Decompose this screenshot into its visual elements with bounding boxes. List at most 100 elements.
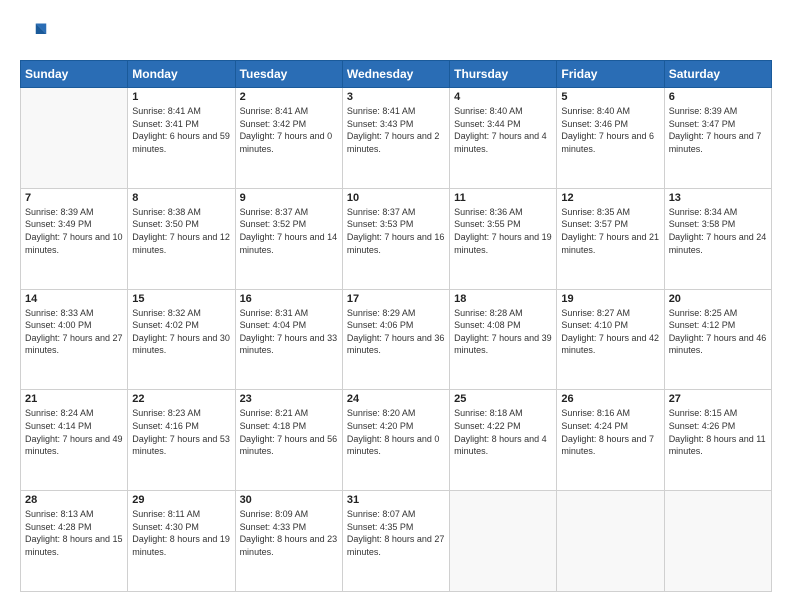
day-info: Sunrise: 8:27 AMSunset: 4:10 PMDaylight:… bbox=[561, 307, 659, 357]
calendar-week-row: 14 Sunrise: 8:33 AMSunset: 4:00 PMDaylig… bbox=[21, 289, 772, 390]
day-info: Sunrise: 8:21 AMSunset: 4:18 PMDaylight:… bbox=[240, 407, 338, 457]
day-number: 18 bbox=[454, 293, 552, 305]
calendar-week-row: 1 Sunrise: 8:41 AMSunset: 3:41 PMDayligh… bbox=[21, 88, 772, 189]
day-info: Sunrise: 8:11 AMSunset: 4:30 PMDaylight:… bbox=[132, 508, 230, 558]
calendar-cell: 18 Sunrise: 8:28 AMSunset: 4:08 PMDaylig… bbox=[450, 289, 557, 390]
calendar-cell: 8 Sunrise: 8:38 AMSunset: 3:50 PMDayligh… bbox=[128, 188, 235, 289]
header bbox=[20, 20, 772, 48]
day-info: Sunrise: 8:40 AMSunset: 3:46 PMDaylight:… bbox=[561, 105, 659, 155]
calendar-cell: 9 Sunrise: 8:37 AMSunset: 3:52 PMDayligh… bbox=[235, 188, 342, 289]
calendar-day-header: Wednesday bbox=[342, 61, 449, 88]
day-number: 21 bbox=[25, 393, 123, 405]
day-number: 24 bbox=[347, 393, 445, 405]
day-number: 16 bbox=[240, 293, 338, 305]
calendar-cell: 21 Sunrise: 8:24 AMSunset: 4:14 PMDaylig… bbox=[21, 390, 128, 491]
calendar-week-row: 21 Sunrise: 8:24 AMSunset: 4:14 PMDaylig… bbox=[21, 390, 772, 491]
calendar-cell bbox=[21, 88, 128, 189]
day-number: 20 bbox=[669, 293, 767, 305]
day-number: 9 bbox=[240, 192, 338, 204]
day-number: 2 bbox=[240, 91, 338, 103]
calendar-day-header: Tuesday bbox=[235, 61, 342, 88]
day-number: 30 bbox=[240, 494, 338, 506]
calendar-cell: 2 Sunrise: 8:41 AMSunset: 3:42 PMDayligh… bbox=[235, 88, 342, 189]
day-info: Sunrise: 8:37 AMSunset: 3:53 PMDaylight:… bbox=[347, 206, 445, 256]
day-info: Sunrise: 8:18 AMSunset: 4:22 PMDaylight:… bbox=[454, 407, 552, 457]
logo-icon bbox=[20, 20, 48, 48]
calendar-day-header: Saturday bbox=[664, 61, 771, 88]
day-number: 14 bbox=[25, 293, 123, 305]
day-info: Sunrise: 8:40 AMSunset: 3:44 PMDaylight:… bbox=[454, 105, 552, 155]
day-number: 31 bbox=[347, 494, 445, 506]
day-info: Sunrise: 8:28 AMSunset: 4:08 PMDaylight:… bbox=[454, 307, 552, 357]
day-info: Sunrise: 8:41 AMSunset: 3:43 PMDaylight:… bbox=[347, 105, 445, 155]
calendar-cell: 19 Sunrise: 8:27 AMSunset: 4:10 PMDaylig… bbox=[557, 289, 664, 390]
day-number: 1 bbox=[132, 91, 230, 103]
calendar-table: SundayMondayTuesdayWednesdayThursdayFrid… bbox=[20, 60, 772, 592]
day-number: 29 bbox=[132, 494, 230, 506]
day-info: Sunrise: 8:25 AMSunset: 4:12 PMDaylight:… bbox=[669, 307, 767, 357]
day-number: 17 bbox=[347, 293, 445, 305]
day-info: Sunrise: 8:32 AMSunset: 4:02 PMDaylight:… bbox=[132, 307, 230, 357]
day-info: Sunrise: 8:23 AMSunset: 4:16 PMDaylight:… bbox=[132, 407, 230, 457]
day-number: 5 bbox=[561, 91, 659, 103]
day-info: Sunrise: 8:36 AMSunset: 3:55 PMDaylight:… bbox=[454, 206, 552, 256]
calendar-cell: 6 Sunrise: 8:39 AMSunset: 3:47 PMDayligh… bbox=[664, 88, 771, 189]
day-number: 3 bbox=[347, 91, 445, 103]
day-number: 23 bbox=[240, 393, 338, 405]
day-number: 11 bbox=[454, 192, 552, 204]
calendar-cell: 16 Sunrise: 8:31 AMSunset: 4:04 PMDaylig… bbox=[235, 289, 342, 390]
calendar-cell: 31 Sunrise: 8:07 AMSunset: 4:35 PMDaylig… bbox=[342, 491, 449, 592]
calendar-cell: 11 Sunrise: 8:36 AMSunset: 3:55 PMDaylig… bbox=[450, 188, 557, 289]
calendar-cell: 13 Sunrise: 8:34 AMSunset: 3:58 PMDaylig… bbox=[664, 188, 771, 289]
day-number: 27 bbox=[669, 393, 767, 405]
calendar-cell: 25 Sunrise: 8:18 AMSunset: 4:22 PMDaylig… bbox=[450, 390, 557, 491]
day-number: 26 bbox=[561, 393, 659, 405]
calendar-cell: 20 Sunrise: 8:25 AMSunset: 4:12 PMDaylig… bbox=[664, 289, 771, 390]
calendar-cell: 30 Sunrise: 8:09 AMSunset: 4:33 PMDaylig… bbox=[235, 491, 342, 592]
calendar-week-row: 7 Sunrise: 8:39 AMSunset: 3:49 PMDayligh… bbox=[21, 188, 772, 289]
day-number: 13 bbox=[669, 192, 767, 204]
day-number: 4 bbox=[454, 91, 552, 103]
calendar-cell bbox=[664, 491, 771, 592]
day-info: Sunrise: 8:07 AMSunset: 4:35 PMDaylight:… bbox=[347, 508, 445, 558]
day-number: 15 bbox=[132, 293, 230, 305]
calendar-cell: 17 Sunrise: 8:29 AMSunset: 4:06 PMDaylig… bbox=[342, 289, 449, 390]
day-info: Sunrise: 8:41 AMSunset: 3:41 PMDaylight:… bbox=[132, 105, 230, 155]
calendar-header-row: SundayMondayTuesdayWednesdayThursdayFrid… bbox=[21, 61, 772, 88]
calendar-cell: 10 Sunrise: 8:37 AMSunset: 3:53 PMDaylig… bbox=[342, 188, 449, 289]
calendar-cell: 5 Sunrise: 8:40 AMSunset: 3:46 PMDayligh… bbox=[557, 88, 664, 189]
calendar-day-header: Friday bbox=[557, 61, 664, 88]
calendar-cell: 1 Sunrise: 8:41 AMSunset: 3:41 PMDayligh… bbox=[128, 88, 235, 189]
day-info: Sunrise: 8:41 AMSunset: 3:42 PMDaylight:… bbox=[240, 105, 338, 155]
day-info: Sunrise: 8:15 AMSunset: 4:26 PMDaylight:… bbox=[669, 407, 767, 457]
calendar-cell: 3 Sunrise: 8:41 AMSunset: 3:43 PMDayligh… bbox=[342, 88, 449, 189]
day-info: Sunrise: 8:38 AMSunset: 3:50 PMDaylight:… bbox=[132, 206, 230, 256]
calendar-day-header: Monday bbox=[128, 61, 235, 88]
day-info: Sunrise: 8:16 AMSunset: 4:24 PMDaylight:… bbox=[561, 407, 659, 457]
calendar-cell: 12 Sunrise: 8:35 AMSunset: 3:57 PMDaylig… bbox=[557, 188, 664, 289]
day-info: Sunrise: 8:13 AMSunset: 4:28 PMDaylight:… bbox=[25, 508, 123, 558]
calendar-cell: 4 Sunrise: 8:40 AMSunset: 3:44 PMDayligh… bbox=[450, 88, 557, 189]
calendar-cell: 29 Sunrise: 8:11 AMSunset: 4:30 PMDaylig… bbox=[128, 491, 235, 592]
calendar-week-row: 28 Sunrise: 8:13 AMSunset: 4:28 PMDaylig… bbox=[21, 491, 772, 592]
calendar-day-header: Thursday bbox=[450, 61, 557, 88]
day-number: 12 bbox=[561, 192, 659, 204]
calendar-cell: 22 Sunrise: 8:23 AMSunset: 4:16 PMDaylig… bbox=[128, 390, 235, 491]
logo bbox=[20, 20, 52, 48]
day-number: 19 bbox=[561, 293, 659, 305]
day-number: 10 bbox=[347, 192, 445, 204]
day-info: Sunrise: 8:37 AMSunset: 3:52 PMDaylight:… bbox=[240, 206, 338, 256]
day-number: 28 bbox=[25, 494, 123, 506]
calendar-cell: 23 Sunrise: 8:21 AMSunset: 4:18 PMDaylig… bbox=[235, 390, 342, 491]
day-info: Sunrise: 8:34 AMSunset: 3:58 PMDaylight:… bbox=[669, 206, 767, 256]
calendar-cell: 14 Sunrise: 8:33 AMSunset: 4:00 PMDaylig… bbox=[21, 289, 128, 390]
day-info: Sunrise: 8:39 AMSunset: 3:47 PMDaylight:… bbox=[669, 105, 767, 155]
day-info: Sunrise: 8:33 AMSunset: 4:00 PMDaylight:… bbox=[25, 307, 123, 357]
day-info: Sunrise: 8:35 AMSunset: 3:57 PMDaylight:… bbox=[561, 206, 659, 256]
day-number: 6 bbox=[669, 91, 767, 103]
day-number: 25 bbox=[454, 393, 552, 405]
calendar-cell: 7 Sunrise: 8:39 AMSunset: 3:49 PMDayligh… bbox=[21, 188, 128, 289]
day-info: Sunrise: 8:20 AMSunset: 4:20 PMDaylight:… bbox=[347, 407, 445, 457]
day-info: Sunrise: 8:31 AMSunset: 4:04 PMDaylight:… bbox=[240, 307, 338, 357]
day-info: Sunrise: 8:24 AMSunset: 4:14 PMDaylight:… bbox=[25, 407, 123, 457]
